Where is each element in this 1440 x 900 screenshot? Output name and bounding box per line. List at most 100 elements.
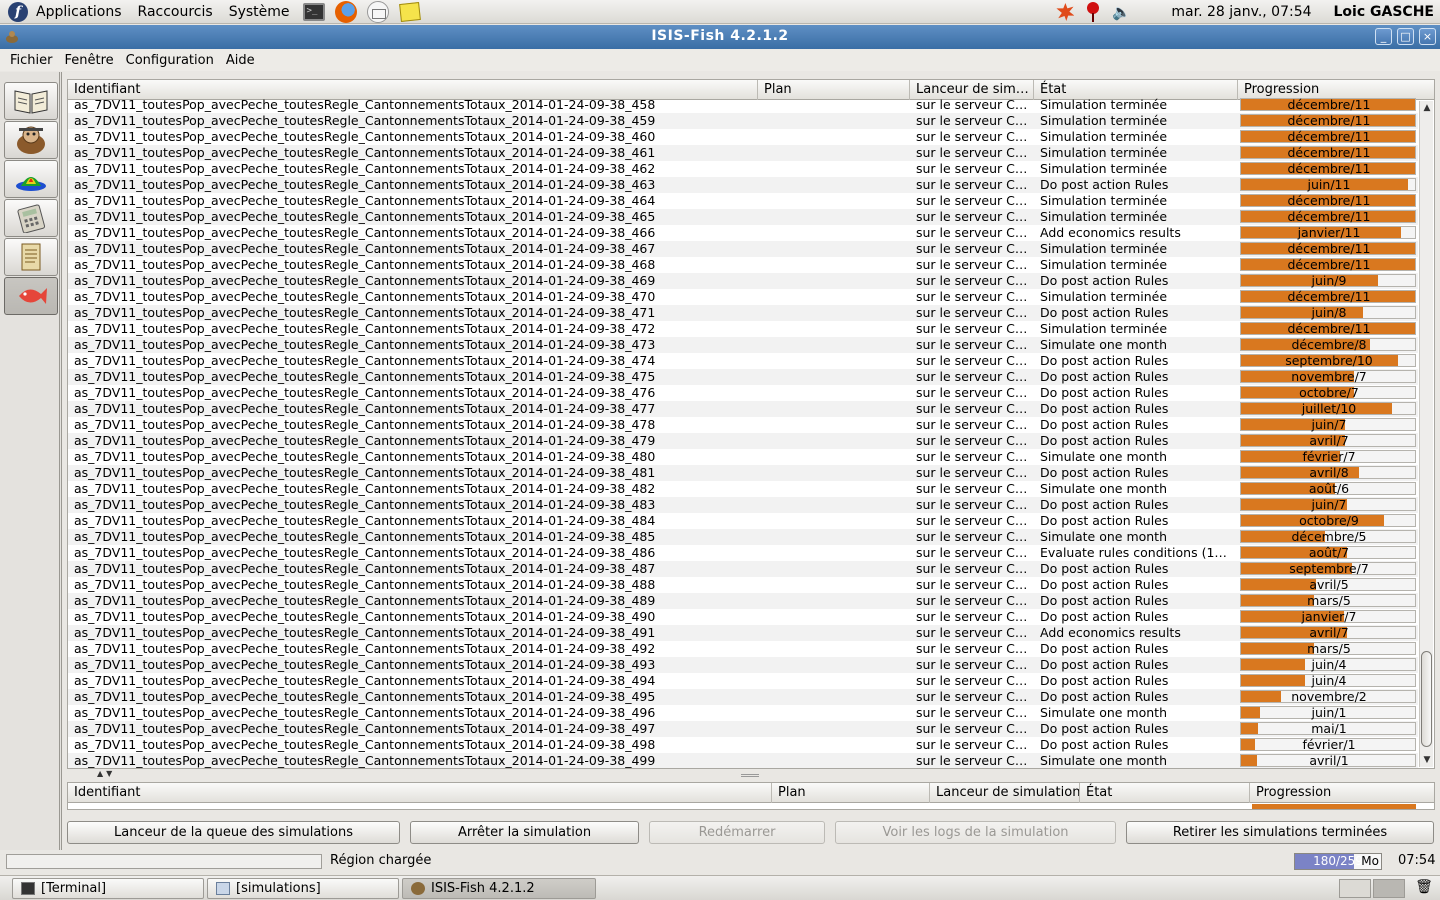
table-row[interactable]: as_7DV11_toutesPop_avecPeche_toutesRegle…: [68, 337, 1418, 353]
fedora-logo-icon[interactable]: f: [8, 1, 28, 22]
table-row[interactable]: as_7DV11_toutesPop_avecPeche_toutesRegle…: [68, 241, 1418, 257]
progress-text: décembre/5: [1291, 529, 1367, 544]
table-row[interactable]: as_7DV11_toutesPop_avecPeche_toutesRegle…: [68, 289, 1418, 305]
stop-simulation-button[interactable]: Arrêter la simulation: [410, 821, 639, 844]
menu-aide[interactable]: Aide: [220, 53, 261, 68]
menu-shortcuts[interactable]: Raccourcis: [130, 0, 221, 24]
user-name[interactable]: Loic GASCHE: [1334, 4, 1434, 20]
table-row[interactable]: as_7DV11_toutesPop_avecPeche_toutesRegle…: [68, 209, 1418, 225]
remove-finished-button[interactable]: Retirer les simulations terminées: [1126, 821, 1434, 844]
table-row[interactable]: as_7DV11_toutesPop_avecPeche_toutesRegle…: [68, 129, 1418, 145]
table-row[interactable]: as_7DV11_toutesPop_avecPeche_toutesRegle…: [68, 753, 1418, 768]
terminal-launcher-icon[interactable]: >_: [302, 1, 326, 23]
window-title-bar[interactable]: ISIS-Fish 4.2.1.2 _ □ ×: [0, 25, 1440, 49]
queue-column-plan[interactable]: Plan: [772, 783, 930, 803]
table-row[interactable]: as_7DV11_toutesPop_avecPeche_toutesRegle…: [68, 161, 1418, 177]
table-row[interactable]: as_7DV11_toutesPop_avecPeche_toutesRegle…: [68, 225, 1418, 241]
menu-applications[interactable]: Applications: [28, 0, 130, 24]
table-row[interactable]: as_7DV11_toutesPop_avecPeche_toutesRegle…: [68, 273, 1418, 289]
table-row[interactable]: as_7DV11_toutesPop_avecPeche_toutesRegle…: [68, 721, 1418, 737]
menu-configuration[interactable]: Configuration: [120, 53, 220, 68]
menu-system[interactable]: Système: [221, 0, 298, 24]
cell-plan: [758, 113, 910, 129]
update-alert-icon[interactable]: [1055, 2, 1075, 22]
queue-launcher-button[interactable]: Lanceur de la queue des simulations: [67, 821, 400, 844]
table-row[interactable]: as_7DV11_toutesPop_avecPeche_toutesRegle…: [68, 673, 1418, 689]
table-row[interactable]: as_7DV11_toutesPop_avecPeche_toutesRegle…: [68, 305, 1418, 321]
table-row[interactable]: as_7DV11_toutesPop_avecPeche_toutesRegle…: [68, 177, 1418, 193]
table-row[interactable]: as_7DV11_toutesPop_avecPeche_toutesRegle…: [68, 689, 1418, 705]
menu-fenetre[interactable]: Fenêtre: [59, 53, 120, 68]
notes-launcher-icon[interactable]: [398, 1, 422, 23]
tool-input-button[interactable]: [4, 82, 58, 120]
mail-launcher-icon[interactable]: [366, 0, 390, 23]
scroll-up-icon[interactable]: ▲: [1420, 101, 1434, 115]
tool-simulation-button[interactable]: [4, 121, 58, 159]
table-row[interactable]: as_7DV11_toutesPop_avecPeche_toutesRegle…: [68, 145, 1418, 161]
table-row[interactable]: as_7DV11_toutesPop_avecPeche_toutesRegle…: [68, 641, 1418, 657]
table-row[interactable]: as_7DV11_toutesPop_avecPeche_toutesRegle…: [68, 193, 1418, 209]
table-row[interactable]: as_7DV11_toutesPop_avecPeche_toutesRegle…: [68, 529, 1418, 545]
split-collapse-arrows-icon[interactable]: ▲▼: [97, 769, 115, 778]
table-row[interactable]: as_7DV11_toutesPop_avecPeche_toutesRegle…: [68, 625, 1418, 641]
cell-lanceur: sur le serveur C…: [916, 193, 1028, 208]
trash-icon[interactable]: 🗑: [1414, 879, 1434, 898]
panel-clock[interactable]: mar. 28 janv., 07:54: [1171, 4, 1311, 20]
table-row[interactable]: as_7DV11_toutesPop_avecPeche_toutesRegle…: [68, 593, 1418, 609]
table-row[interactable]: as_7DV11_toutesPop_avecPeche_toutesRegle…: [68, 369, 1418, 385]
taskbar-simulations[interactable]: [simulations]: [207, 878, 399, 899]
progress-bar: janvier/11: [1240, 225, 1416, 240]
table-row[interactable]: as_7DV11_toutesPop_avecPeche_toutesRegle…: [68, 433, 1418, 449]
workspace-2-icon[interactable]: [1373, 879, 1405, 898]
table-row[interactable]: as_7DV11_toutesPop_avecPeche_toutesRegle…: [68, 737, 1418, 753]
table-row[interactable]: as_7DV11_toutesPop_avecPeche_toutesRegle…: [68, 577, 1418, 593]
table-row[interactable]: as_7DV11_toutesPop_avecPeche_toutesRegle…: [68, 353, 1418, 369]
tool-sensitivity-button[interactable]: [4, 199, 58, 237]
table-row[interactable]: as_7DV11_toutesPop_avecPeche_toutesRegle…: [68, 545, 1418, 561]
volume-icon[interactable]: 🔈: [1111, 2, 1131, 22]
table-row[interactable]: as_7DV11_toutesPop_avecPeche_toutesRegle…: [68, 401, 1418, 417]
minimize-button[interactable]: _: [1375, 28, 1392, 45]
table-row[interactable]: as_7DV11_toutesPop_avecPeche_toutesRegle…: [68, 609, 1418, 625]
scroll-down-icon[interactable]: ▼: [1420, 753, 1434, 767]
tool-scripts-button[interactable]: [4, 238, 58, 276]
maximize-button[interactable]: □: [1397, 28, 1414, 45]
table-row[interactable]: as_7DV11_toutesPop_avecPeche_toutesRegle…: [68, 449, 1418, 465]
queue-column-progression[interactable]: Progression: [1250, 783, 1434, 803]
vertical-scrollbar[interactable]: ▲ ▼: [1419, 101, 1433, 767]
restart-button[interactable]: Redémarrer: [649, 821, 825, 844]
workspace-1-icon[interactable]: [1339, 879, 1371, 898]
split-pane-divider[interactable]: ▲▼: [67, 769, 1435, 780]
table-row[interactable]: as_7DV11_toutesPop_avecPeche_toutesRegle…: [68, 705, 1418, 721]
table-row[interactable]: as_7DV11_toutesPop_avecPeche_toutesRegle…: [68, 385, 1418, 401]
table-row[interactable]: as_7DV11_toutesPop_avecPeche_toutesRegle…: [68, 497, 1418, 513]
table-row[interactable]: as_7DV11_toutesPop_avecPeche_toutesRegle…: [68, 113, 1418, 129]
tool-results-button[interactable]: [4, 160, 58, 198]
queue-column-identifiant[interactable]: Identifiant: [68, 783, 772, 803]
table-row[interactable]: as_7DV11_toutesPop_avecPeche_toutesRegle…: [68, 513, 1418, 529]
table-row[interactable]: as_7DV11_toutesPop_avecPeche_toutesRegle…: [68, 657, 1418, 673]
table-row[interactable]: as_7DV11_toutesPop_avecPeche_toutesRegle…: [68, 321, 1418, 337]
table-row[interactable]: as_7DV11_toutesPop_avecPeche_toutesRegle…: [68, 417, 1418, 433]
tool-queue-button[interactable]: [4, 277, 58, 315]
table-row[interactable]: as_7DV11_toutesPop_avecPeche_toutesRegle…: [68, 561, 1418, 577]
view-logs-button[interactable]: Voir les logs de la simulation: [835, 821, 1116, 844]
queue-column-etat[interactable]: État: [1080, 783, 1250, 803]
cell-plan: [758, 289, 910, 305]
split-grip-icon[interactable]: [741, 774, 759, 777]
notification-pin-icon[interactable]: [1083, 2, 1103, 22]
menu-fichier[interactable]: Fichier: [4, 53, 59, 68]
memory-gauge[interactable]: 180/259 Mo: [1294, 853, 1382, 870]
queue-row-peek[interactable]: [1252, 804, 1416, 809]
table-row[interactable]: as_7DV11_toutesPop_avecPeche_toutesRegle…: [68, 481, 1418, 497]
table-row[interactable]: as_7DV11_toutesPop_avecPeche_toutesRegle…: [68, 465, 1418, 481]
close-button[interactable]: ×: [1419, 28, 1436, 45]
table-row[interactable]: as_7DV11_toutesPop_avecPeche_toutesRegle…: [68, 97, 1418, 113]
taskbar-isis-fish[interactable]: ISIS-Fish 4.2.1.2: [402, 878, 596, 899]
taskbar-terminal[interactable]: [Terminal]: [12, 878, 204, 899]
taskbar-terminal-label: [Terminal]: [41, 881, 107, 896]
firefox-launcher-icon[interactable]: [334, 0, 358, 23]
table-row[interactable]: as_7DV11_toutesPop_avecPeche_toutesRegle…: [68, 257, 1418, 273]
scroll-thumb[interactable]: [1421, 651, 1432, 747]
queue-column-lanceur[interactable]: Lanceur de simulation: [930, 783, 1080, 803]
